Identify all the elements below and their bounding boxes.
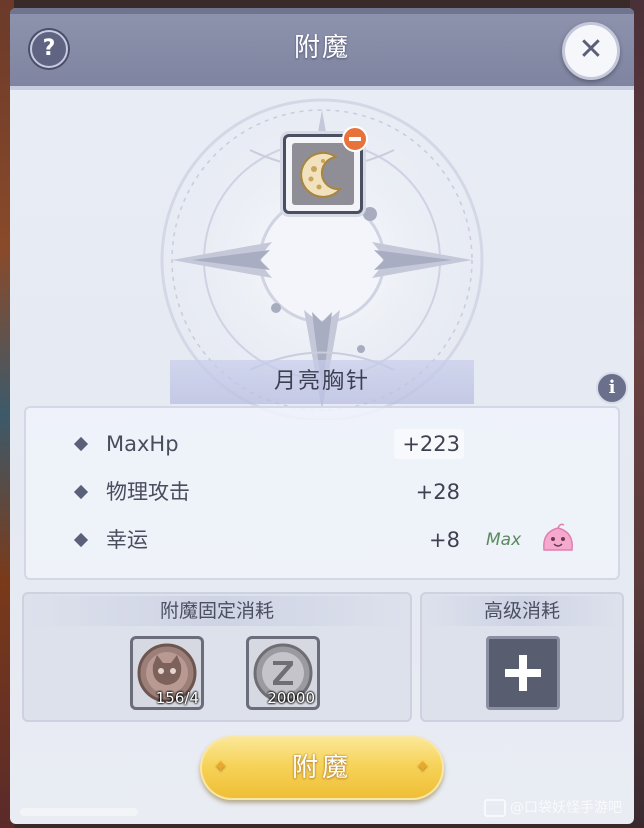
material-count: 156/4	[155, 689, 199, 707]
stat-value: +223	[402, 432, 460, 456]
advanced-cost-panel: 高级消耗	[420, 592, 624, 722]
close-icon: ✕	[578, 32, 604, 67]
pink-poring-icon	[543, 523, 573, 551]
sparkle-icon: ✦	[214, 757, 232, 776]
info-button[interactable]: i	[596, 372, 628, 404]
stat-row: MaxHp +223	[24, 424, 620, 464]
stat-value: +28	[415, 480, 460, 504]
tv-icon	[484, 799, 506, 817]
stat-row: 幸运 +8 Max	[24, 520, 620, 560]
fixed-cost-title: 附魔固定消耗	[159, 600, 274, 622]
sparkle-icon: ✦	[416, 757, 434, 776]
crescent-moon-brooch-icon	[300, 151, 343, 198]
enchant-dialog: ? 附魔 ✕ 月亮胸针 i MaxHp +223 物理攻击 +28 幸运 +8 …	[10, 8, 634, 824]
info-icon: i	[608, 377, 616, 398]
stat-value: +8	[429, 528, 460, 552]
material-slot-cat-coin[interactable]: 156/4	[130, 636, 204, 710]
scroll-indicator	[20, 808, 138, 816]
diamond-bullet-icon	[73, 436, 89, 452]
stat-label: MaxHp	[106, 432, 179, 456]
watermark: @口袋妖怪手游吧	[484, 796, 622, 820]
max-tag: Max	[486, 530, 522, 550]
diamond-bullet-icon	[73, 484, 89, 500]
watermark-text: @口袋妖怪手游吧	[510, 800, 622, 816]
enchant-button-label: 附魔	[291, 753, 352, 783]
dialog-header: ? 附魔 ✕	[10, 8, 634, 90]
stat-label: 物理攻击	[106, 480, 190, 504]
remove-item-button[interactable]	[342, 126, 368, 152]
diamond-bullet-icon	[73, 532, 89, 548]
item-name: 月亮胸针	[170, 360, 474, 404]
material-count: 20000	[267, 689, 315, 707]
stat-label: 幸运	[106, 528, 148, 552]
stats-panel: MaxHp +223 物理攻击 +28 幸运 +8 Max	[24, 406, 620, 580]
advanced-cost-title: 高级消耗	[483, 600, 560, 622]
enchant-button[interactable]: ✦ 附魔 ✦	[200, 736, 444, 800]
dialog-title: 附魔	[293, 33, 350, 63]
fixed-cost-panel: 附魔固定消耗 156/4 20000	[22, 592, 412, 722]
material-slot-zeny[interactable]: 20000	[246, 636, 320, 710]
stat-row: 物理攻击 +28	[24, 472, 620, 512]
close-button[interactable]: ✕	[562, 22, 620, 80]
add-advanced-material-button[interactable]	[486, 636, 560, 710]
